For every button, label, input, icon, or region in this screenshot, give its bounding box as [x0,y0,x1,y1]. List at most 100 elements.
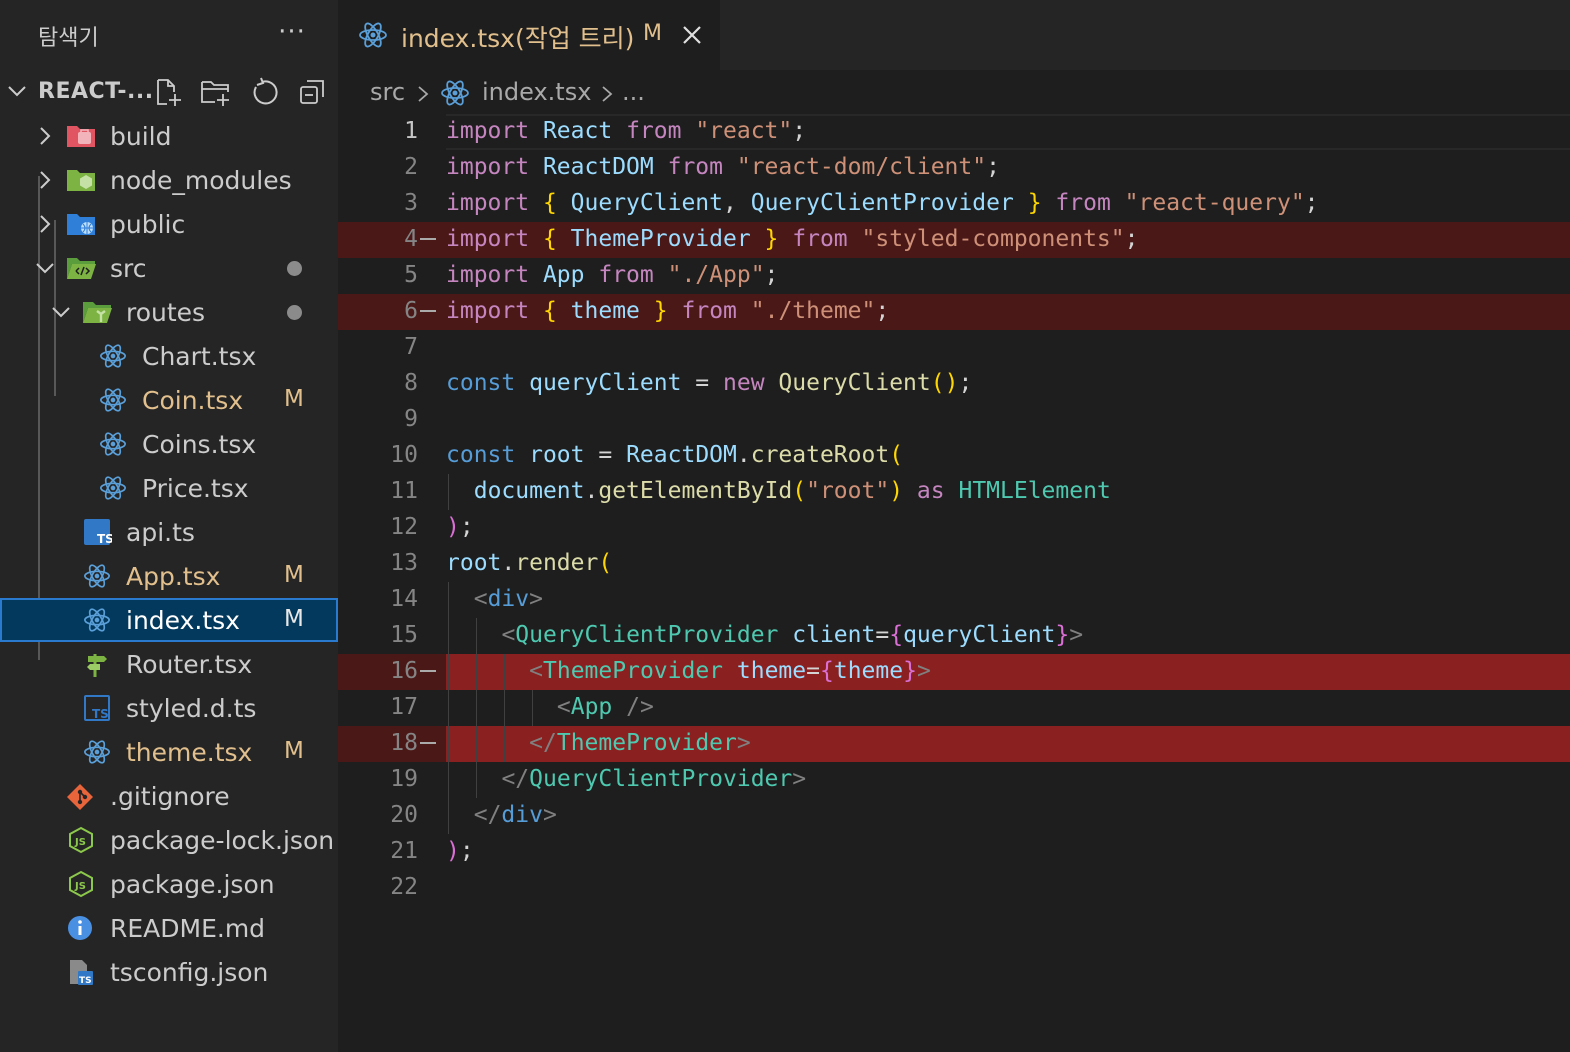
code-indent-guide [504,654,505,762]
breadcrumb-file[interactable]: index.tsx [482,78,591,106]
code-text: ); [446,514,474,540]
code-line[interactable]: 9 [338,402,1570,438]
chevron-right-icon[interactable] [34,213,56,235]
modified-dot [287,261,302,276]
nodejs-icon: JS [66,870,96,898]
line-number: 17 [390,694,418,720]
typescript-icon: TS [82,518,114,546]
tree-file-readme-md[interactable]: README.md [0,906,338,950]
line-number: 10 [390,442,418,468]
tree-folder-src[interactable]: src [0,246,338,290]
react-icon [82,562,112,590]
chevron-right-icon[interactable] [34,125,56,147]
workspace-section-header[interactable]: REACT-... [0,70,338,114]
git-modified-badge: M [284,738,304,764]
code-line[interactable]: 3 import { QueryClient, QueryClientProvid… [338,186,1570,222]
code-line[interactable]: 6 import { theme } from "./theme"; [338,294,1570,330]
line-number: 20 [390,802,418,828]
code-line[interactable]: 13 root.render( [338,546,1570,582]
refresh-icon[interactable] [246,74,282,110]
tree-file-price-tsx[interactable]: Price.tsx [0,466,338,510]
code-line[interactable]: 5 import App from "./App"; [338,258,1570,294]
code-line[interactable]: 17 <App /> [338,690,1570,726]
line-number: 6 [404,298,418,324]
tree-file-theme-tsx[interactable]: theme.tsx M [0,730,338,774]
tree-file-api-ts[interactable]: TS api.ts [0,510,338,554]
tree-item-label: App.tsx [126,562,221,591]
tree-file-coin-tsx[interactable]: Coin.tsx M [0,378,338,422]
code-line[interactable]: 8 const queryClient = new QueryClient(); [338,366,1570,402]
tree-file-package-lock-json[interactable]: JS package-lock.json [0,818,338,862]
tree-item-label: .gitignore [110,782,230,811]
chevron-down-icon[interactable] [34,257,56,279]
line-number: 9 [404,406,418,432]
svg-text:TS: TS [79,976,92,986]
code-text: <App /> [556,694,654,720]
react-icon [98,386,128,414]
tree-item-label: theme.tsx [126,738,253,767]
diff-deleted-marker [420,238,436,240]
tree-folder-public[interactable]: public [0,202,338,246]
code-line[interactable]: 11 document.getElementById("root") as HT… [338,474,1570,510]
tree-file-styled-d-ts[interactable]: TS styled.d.ts [0,686,338,730]
code-line[interactable]: 7 [338,330,1570,366]
tree-file-gitignore[interactable]: .gitignore [0,774,338,818]
tree-file-coins-tsx[interactable]: Coins.tsx [0,422,338,466]
tab-modified-badge: M [643,21,662,46]
chevron-right-icon [418,86,429,102]
line-number: 14 [390,586,418,612]
svg-text:JS: JS [74,881,86,892]
tab-label: index.tsx(작업 트리) [401,24,635,53]
tree-folder-routes[interactable]: routes [0,290,338,334]
code-line[interactable]: 1 import React from "react"; [338,114,1570,150]
nodejs-icon: JS [66,826,96,854]
breadcrumb: src index.tsx ... [338,70,1570,114]
code-line[interactable]: 20 </div> [338,798,1570,834]
tab-index-tsx[interactable]: index.tsx(작업 트리) M [338,0,720,70]
new-folder-icon[interactable] [198,74,234,110]
line-number: 12 [390,514,418,540]
react-icon [441,80,469,106]
breadcrumb-symbols[interactable]: ... [622,78,645,106]
close-icon[interactable] [678,21,706,49]
breadcrumb-src[interactable]: src [370,78,405,106]
code-text: <ThemeProvider theme={theme}> [529,658,931,684]
tree-item-label: index.tsx [126,606,240,635]
tree-file-index-tsx[interactable]: index.tsx M [0,598,338,642]
line-number: 11 [390,478,418,504]
code-text: import { ThemeProvider } from "styled-co… [446,226,1139,252]
typescript-def-icon: TS [82,694,112,722]
code-line[interactable]: 15 <QueryClientProvider client={queryCli… [338,618,1570,654]
code-line[interactable]: 21); [338,834,1570,870]
explorer-actions [150,74,330,110]
tree-file-package-json[interactable]: JS package.json [0,862,338,906]
tree-file-tsconfig-json[interactable]: TS tsconfig.json [0,950,338,994]
code-line[interactable]: 16 <ThemeProvider theme={theme}> [338,654,1570,690]
line-number: 3 [404,190,418,216]
tree-folder-node-modules[interactable]: node_modules [0,158,338,202]
code-line[interactable]: 12); [338,510,1570,546]
code-line[interactable]: 14 <div> [338,582,1570,618]
new-file-icon[interactable] [150,74,186,110]
explorer-sidebar: 탐색기 ··· REACT-... build node_modules pub… [0,0,338,1052]
more-actions-button[interactable]: ··· [272,14,312,54]
react-icon [82,738,112,766]
code-line[interactable]: 10 const root = ReactDOM.createRoot( [338,438,1570,474]
code-text: <QueryClientProvider client={queryClient… [501,622,1084,648]
chevron-down-icon[interactable] [50,301,72,323]
code-text: import { theme } from "./theme"; [446,298,890,324]
chevron-right-icon [602,86,613,102]
chevron-right-icon[interactable] [34,169,56,191]
code-line[interactable]: 4 import { ThemeProvider } from "styled-c… [338,222,1570,258]
code-line[interactable]: 2 import ReactDOM from "react-dom/client"… [338,150,1570,186]
collapse-all-icon[interactable] [294,74,330,110]
folder-src-icon [66,254,96,282]
tree-file-chart-tsx[interactable]: Chart.tsx [0,334,338,378]
line-number: 16 [390,658,418,684]
code-line[interactable]: 19 </QueryClientProvider> [338,762,1570,798]
code-line[interactable]: 22 [338,870,1570,906]
tree-file-router-tsx[interactable]: Router.tsx [0,642,338,686]
code-line[interactable]: 18 </ThemeProvider> [338,726,1570,762]
tree-file-app-tsx[interactable]: App.tsx M [0,554,338,598]
tree-folder-build[interactable]: build [0,114,338,158]
